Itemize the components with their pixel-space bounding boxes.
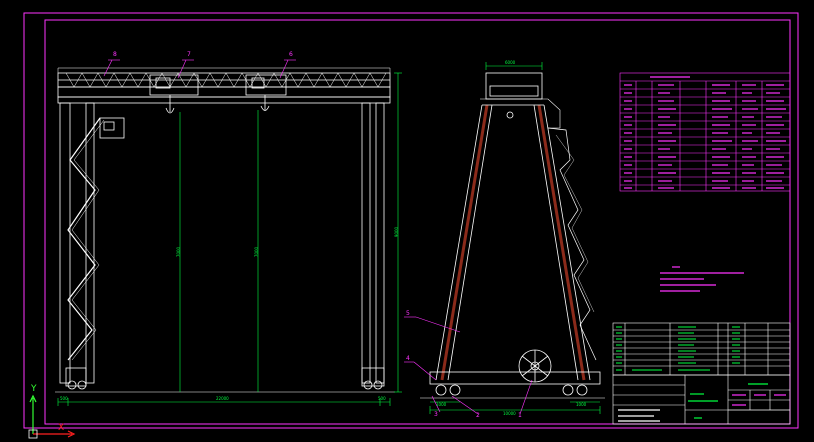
ucs-x-label: X	[58, 423, 65, 433]
dim-right-overhang: 500	[378, 396, 386, 401]
side-view-callout-leaders	[404, 316, 533, 415]
parts-list-cell-text	[616, 326, 740, 371]
dim-base-width: 10000	[503, 411, 516, 416]
dim-overall-height: 9000	[394, 226, 400, 238]
callout-3: 3	[434, 411, 438, 418]
front-view	[55, 67, 395, 393]
dim-right-base: 1000	[576, 402, 587, 407]
callout-7: 7	[187, 51, 191, 58]
front-view-dimensions	[57, 72, 402, 406]
callout-4: 4	[406, 355, 410, 362]
dim-lift-height-1: 7000	[176, 246, 182, 258]
side-view-dimensions	[429, 62, 601, 414]
technical-notes	[660, 266, 744, 292]
callout-5: 5	[406, 310, 410, 317]
side-view	[420, 72, 605, 399]
dim-span: 22000	[216, 396, 229, 401]
dim-top-width: 6000	[505, 60, 516, 65]
parts-list	[612, 322, 791, 376]
dim-left-overhang: 500	[60, 396, 68, 401]
callout-8: 8	[113, 51, 117, 58]
title-block	[612, 374, 791, 425]
parameter-table	[619, 72, 791, 192]
title-block-cell-text	[618, 383, 786, 422]
cad-drawing-canvas[interactable]	[0, 0, 814, 442]
dim-lift-height-2: 7000	[254, 246, 260, 258]
ucs-y-label: Y	[31, 384, 37, 394]
callout-6: 6	[289, 51, 293, 58]
dim-left-base: 1000	[436, 402, 447, 407]
callout-2: 2	[476, 412, 480, 419]
callout-1: 1	[518, 412, 522, 419]
